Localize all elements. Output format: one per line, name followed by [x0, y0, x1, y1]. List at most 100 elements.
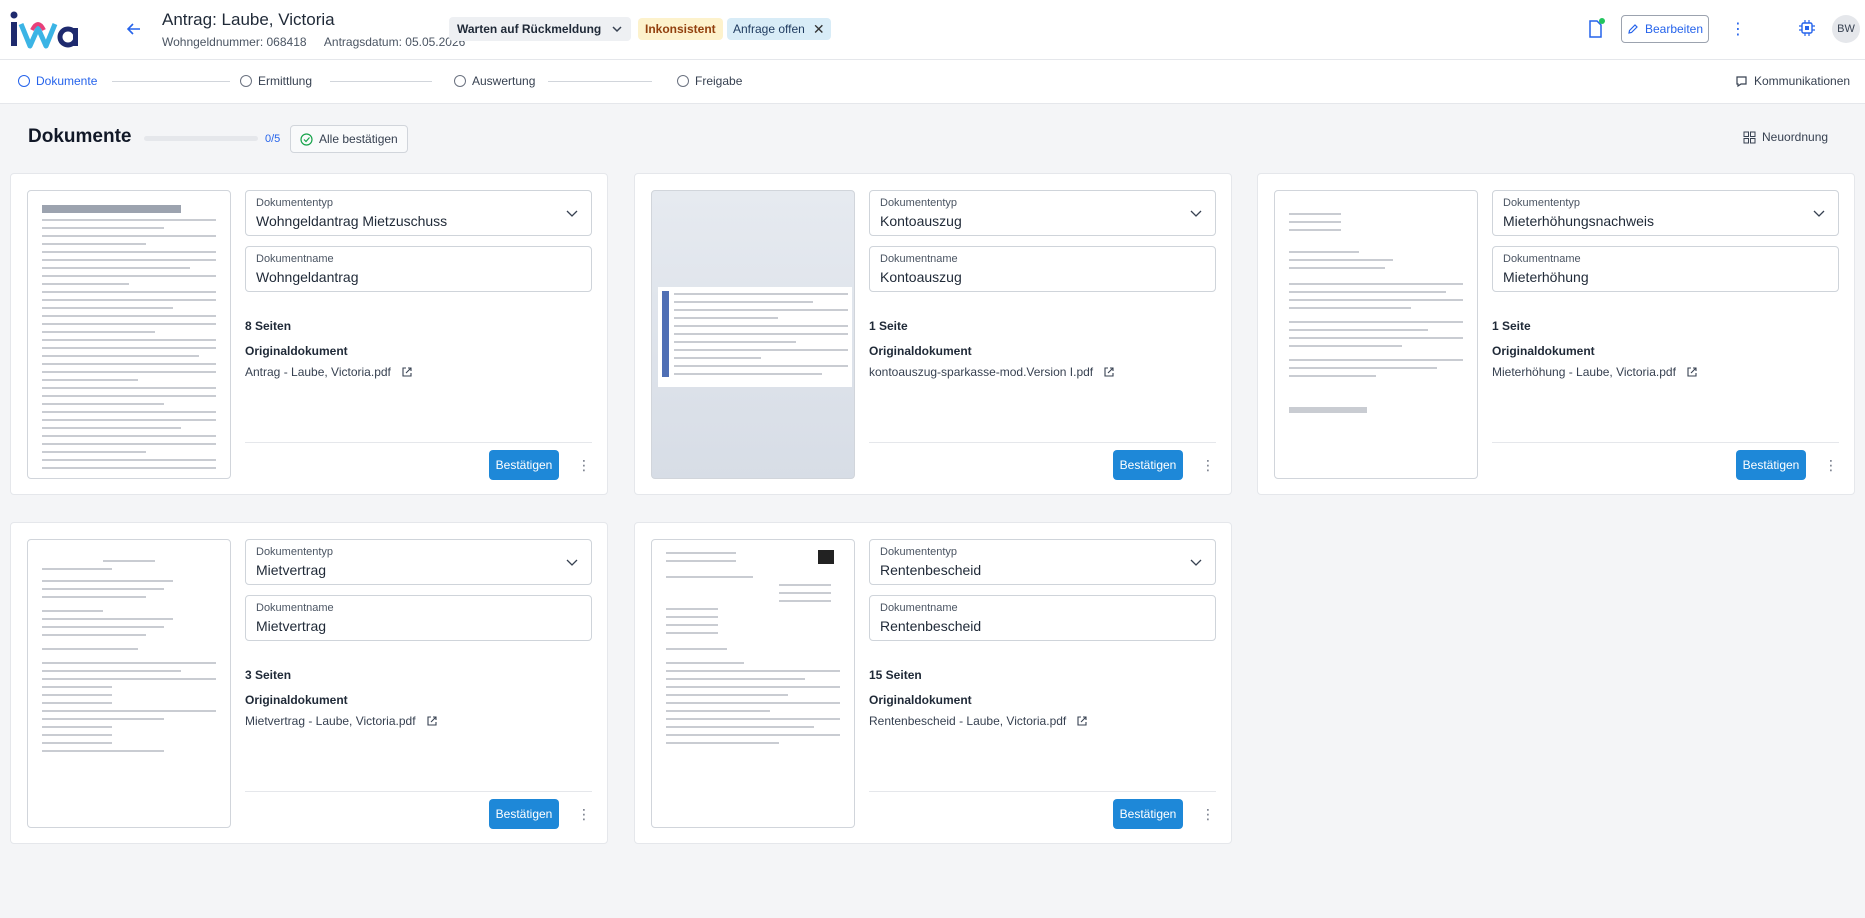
inconsistent-badge: Inkonsistent: [638, 18, 723, 40]
chevron-down-icon: [612, 26, 622, 33]
doctype-label: Dokumententyp: [880, 546, 958, 558]
doctype-label: Dokumententyp: [256, 197, 334, 209]
doctype-select[interactable]: Dokumententyp Mietvertrag: [245, 539, 592, 585]
original-label: Originaldokument: [245, 344, 348, 358]
docname-label: Dokumentname: [1503, 253, 1581, 265]
external-link-icon: [1687, 367, 1697, 377]
reorder-button[interactable]: Neuordnung: [1743, 130, 1828, 144]
close-icon[interactable]: ✕: [813, 21, 825, 38]
divider: [1492, 442, 1839, 443]
original-file-name: Mietvertrag - Laube, Victoria.pdf: [245, 714, 416, 728]
page-count: 8 Seiten: [245, 319, 292, 333]
user-avatar[interactable]: BW: [1832, 15, 1860, 43]
communications-link[interactable]: Kommunikationen: [1735, 74, 1850, 88]
original-file-name: kontoauszug-sparkasse-mod.Version I.pdf: [869, 365, 1094, 379]
title-block: Antrag: Laube, Victoria Wohngeldnummer: …: [162, 10, 465, 49]
reorder-label: Neuordnung: [1762, 130, 1829, 144]
confirm-button[interactable]: Bestätigen: [489, 450, 559, 480]
divider: [869, 791, 1216, 792]
wohngeldnummer: Wohngeldnummer: 068418: [162, 35, 307, 49]
original-file-name: Mieterhöhung - Laube, Victoria.pdf: [1492, 365, 1676, 379]
page-count: 1 Seite: [869, 319, 908, 333]
card-more-options-icon[interactable]: ⋮: [577, 456, 591, 474]
docname-input[interactable]: Dokumentname Mietvertrag: [245, 595, 592, 641]
page-count: 3 Seiten: [245, 668, 292, 682]
docname-input[interactable]: Dokumentname Kontoauszug: [869, 246, 1216, 292]
confirm-button[interactable]: Bestätigen: [1113, 799, 1183, 829]
card-more-options-icon[interactable]: ⋮: [1201, 456, 1215, 474]
docname-input[interactable]: Dokumentname Wohngeldantrag: [245, 246, 592, 292]
original-file-link[interactable]: Mietvertrag - Laube, Victoria.pdf: [245, 714, 438, 728]
step-freigabe[interactable]: Freigabe: [677, 74, 742, 88]
doctype-value: Mieterhöhungsnachweis: [1503, 213, 1654, 229]
iwa-logo[interactable]: [8, 10, 78, 50]
doctype-select[interactable]: Dokumententyp Kontoauszug: [869, 190, 1216, 236]
step-label: Dokumente: [36, 74, 98, 88]
more-options-icon[interactable]: ⋮: [1730, 17, 1746, 41]
step-dokumente[interactable]: Dokumente: [18, 74, 97, 88]
document-thumbnail[interactable]: [27, 190, 231, 479]
document-thumbnail[interactable]: [1274, 190, 1478, 479]
original-file-link[interactable]: kontoauszug-sparkasse-mod.Version I.pdf: [869, 365, 1115, 379]
document-thumbnail[interactable]: [27, 539, 231, 828]
step-ermittlung[interactable]: Ermittlung: [240, 74, 312, 88]
grid-icon: [1743, 131, 1756, 143]
external-link-icon: [402, 367, 412, 377]
doctype-value: Wohngeldantrag Mietzuschuss: [256, 213, 448, 229]
step-circle-icon: [240, 75, 252, 87]
docname-label: Dokumentname: [880, 602, 958, 614]
back-arrow-icon[interactable]: [122, 17, 146, 41]
step-connector: [112, 81, 230, 82]
step-auswertung[interactable]: Auswertung: [454, 74, 535, 88]
docname-label: Dokumentname: [256, 602, 334, 614]
doctype-label: Dokumententyp: [1503, 197, 1581, 209]
document-thumbnail[interactable]: [651, 190, 855, 479]
original-file-link[interactable]: Rentenbescheid - Laube, Victoria.pdf: [869, 714, 1088, 728]
divider: [245, 791, 592, 792]
confirm-button[interactable]: Bestätigen: [1113, 450, 1183, 480]
original-label: Originaldokument: [245, 693, 348, 707]
original-file-name: Rentenbescheid - Laube, Victoria.pdf: [869, 714, 1067, 728]
doctype-select[interactable]: Dokumententyp Wohngeldantrag Mietzuschus…: [245, 190, 592, 236]
docname-input[interactable]: Dokumentname Rentenbescheid: [869, 595, 1216, 641]
confirm-progress-bar: [144, 136, 258, 141]
confirm-button[interactable]: Bestätigen: [489, 799, 559, 829]
process-stepper: Dokumente Ermittlung Auswertung Freigabe…: [0, 60, 1865, 104]
pencil-icon: [1628, 24, 1638, 34]
status-dropdown[interactable]: Warten auf Rückmeldung: [449, 17, 632, 41]
original-file-link[interactable]: Mieterhöhung - Laube, Victoria.pdf: [1492, 365, 1698, 379]
doctype-select[interactable]: Dokumententyp Rentenbescheid: [869, 539, 1216, 585]
step-connector: [548, 81, 652, 82]
request-open-label: Anfrage offen: [733, 22, 805, 36]
confirm-all-button[interactable]: Alle bestätigen: [290, 125, 408, 153]
document-card: Dokumententyp Mietvertrag Dokumentname M…: [10, 522, 608, 844]
docname-input[interactable]: Dokumentname Mieterhöhung: [1492, 246, 1839, 292]
document-card: Dokumententyp Kontoauszug Dokumentname K…: [634, 173, 1232, 495]
chevron-down-icon: [1813, 210, 1825, 217]
doctype-value: Mietvertrag: [256, 562, 327, 578]
divider: [245, 442, 592, 443]
chip-icon[interactable]: [1797, 18, 1817, 38]
edit-button[interactable]: Bearbeiten: [1621, 15, 1709, 43]
document-card: Dokumententyp Mieterhöhungsnachweis Doku…: [1257, 173, 1855, 495]
docname-value: Mieterhöhung: [1503, 269, 1589, 285]
step-circle-icon: [18, 75, 30, 87]
card-more-options-icon[interactable]: ⋮: [1824, 456, 1838, 474]
chevron-down-icon: [566, 210, 578, 217]
app-header: Antrag: Laube, Victoria Wohngeldnummer: …: [0, 0, 1865, 60]
card-more-options-icon[interactable]: ⋮: [1201, 805, 1215, 823]
external-link-icon: [1104, 367, 1114, 377]
original-file-link[interactable]: Antrag - Laube, Victoria.pdf: [245, 365, 413, 379]
document-notification-icon[interactable]: [1586, 18, 1606, 40]
doctype-select[interactable]: Dokumententyp Mieterhöhungsnachweis: [1492, 190, 1839, 236]
step-label: Ermittlung: [258, 74, 313, 88]
card-more-options-icon[interactable]: ⋮: [577, 805, 591, 823]
confirm-all-label: Alle bestätigen: [319, 132, 398, 146]
confirm-button[interactable]: Bestätigen: [1736, 450, 1806, 480]
chevron-down-icon: [1190, 559, 1202, 566]
external-link-icon: [426, 716, 437, 726]
step-label: Freigabe: [695, 74, 743, 88]
document-thumbnail[interactable]: [651, 539, 855, 828]
doctype-value: Kontoauszug: [880, 213, 962, 229]
doctype-label: Dokumententyp: [880, 197, 958, 209]
